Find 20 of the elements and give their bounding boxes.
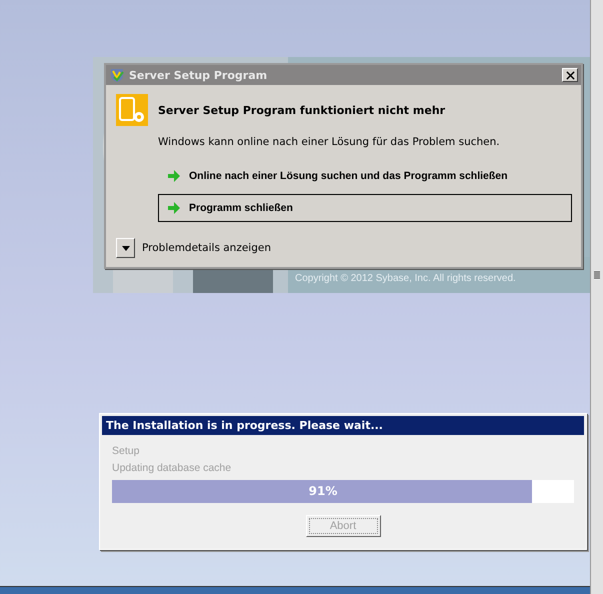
close-icon: [566, 70, 574, 80]
status-text: Setup: [112, 444, 140, 459]
error-message: Windows kann online nach einer Lösung für das Problem suchen.: [158, 136, 501, 148]
shield-warning-icon: [109, 67, 125, 83]
window-title: The Installation is in progress. Please wait...: [102, 416, 584, 435]
close-button[interactable]: [562, 68, 578, 82]
copyright-text: Copyright © 2012 Sybase, Inc. All rights reserved.: [295, 273, 516, 284]
status-text: Updating database cache: [112, 461, 232, 476]
window-title: Server Setup Program: [129, 68, 268, 82]
command-link[interactable]: Online nach einer Lösung suchen und das Programm schließen: [158, 162, 572, 190]
caret-icon: [122, 246, 130, 250]
app-camera-icon: [116, 94, 148, 126]
expand-button[interactable]: [116, 238, 135, 258]
command-link[interactable]: Programm schließen: [158, 194, 572, 222]
details-label: Problemdetails anzeigen: [142, 242, 272, 254]
grip-icon: [594, 271, 600, 279]
arrow-icon: [167, 169, 181, 183]
error-heading: Server Setup Program funktioniert nicht mehr: [158, 104, 446, 116]
progress-percent: 91%: [308, 484, 338, 498]
arrow-icon: [167, 201, 181, 215]
